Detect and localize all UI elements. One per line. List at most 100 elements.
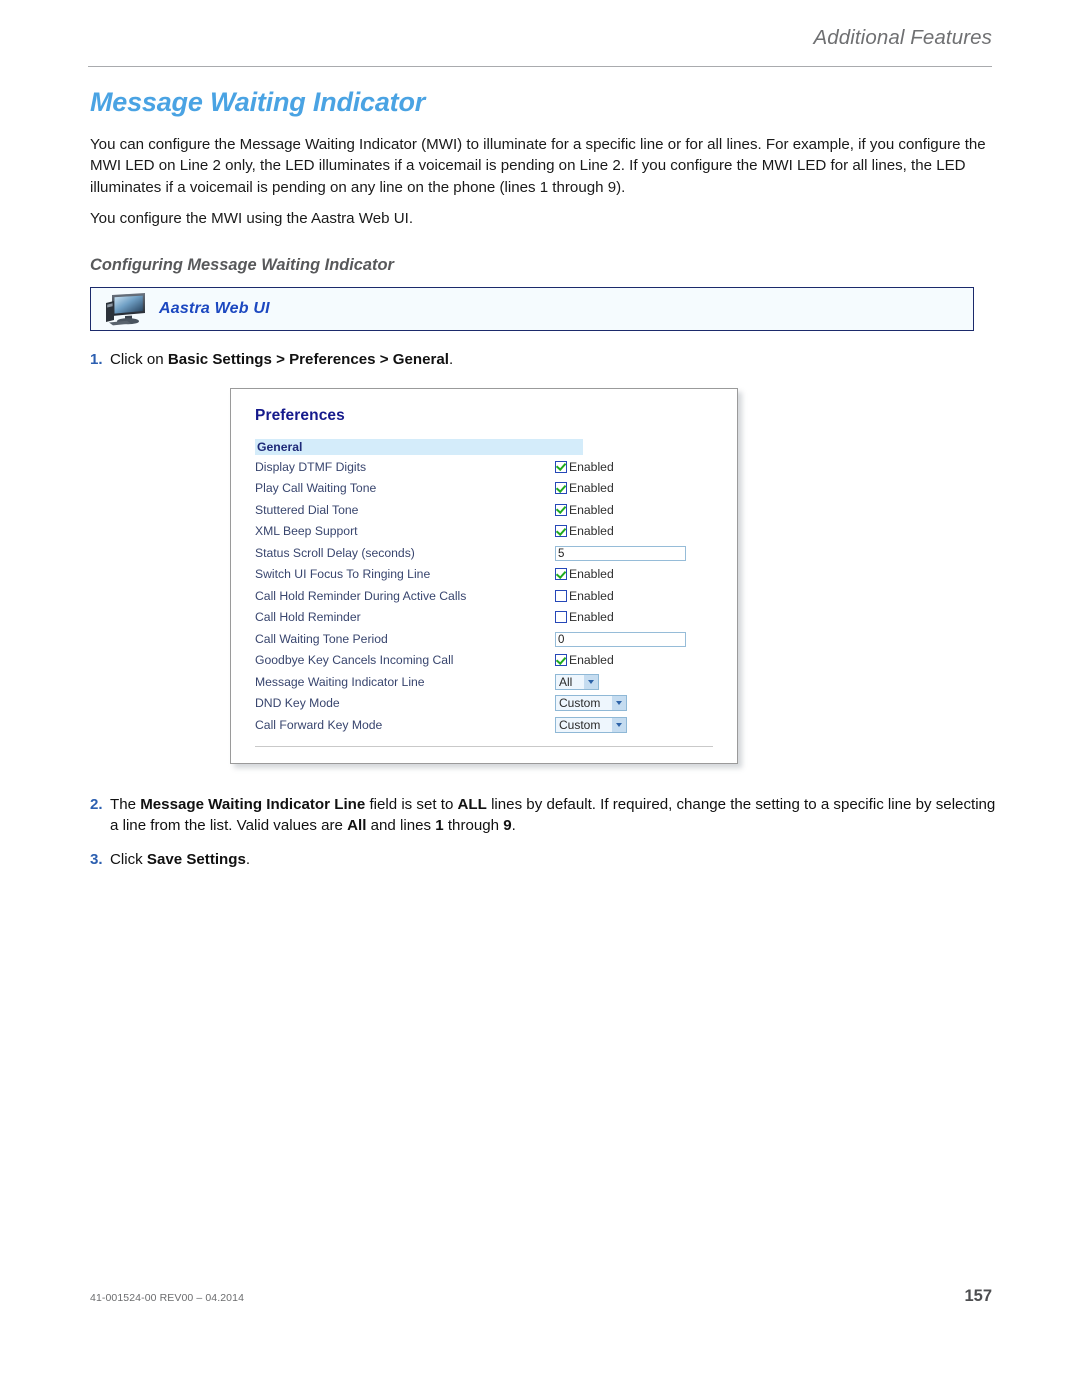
- preferences-row: Message Waiting Indicator Line All: [255, 671, 717, 693]
- preferences-row: Call Forward Key Mode Custom: [255, 714, 717, 736]
- step-3: 3. Click Save Settings.: [90, 849, 996, 871]
- checkbox-label: Enabled: [569, 610, 614, 625]
- preferences-row-label: Status Scroll Delay (seconds): [255, 545, 415, 560]
- preferences-row-control: [555, 542, 717, 564]
- preferences-row-control: Enabled: [555, 564, 717, 586]
- chevron-down-icon: [584, 674, 598, 689]
- monitor-icon: [106, 292, 145, 326]
- step-1-bold: Basic Settings > Preferences > General: [167, 350, 449, 368]
- step-1-suffix: .: [448, 350, 454, 368]
- preferences-row: Display DTMF Digits Enabled: [255, 456, 717, 478]
- preferences-row-control: Custom: [555, 714, 717, 736]
- dropdown-select[interactable]: All: [555, 673, 599, 690]
- preferences-row: Goodbye Key Cancels Incoming Call Enabled: [255, 650, 717, 672]
- header-rule: [88, 66, 992, 67]
- preferences-row: XML Beep Support Enabled: [255, 521, 717, 543]
- dropdown-select[interactable]: Custom: [555, 716, 627, 733]
- preferences-row-label: Play Call Waiting Tone: [255, 481, 377, 496]
- checkbox-label: Enabled: [569, 481, 614, 496]
- checkbox-label: Enabled: [569, 459, 614, 474]
- preferences-row-control: Enabled: [555, 607, 717, 629]
- preferences-row: DND Key Mode Custom: [255, 693, 717, 715]
- step-2-b5: 9: [503, 817, 512, 835]
- step-3-suffix: .: [245, 850, 251, 868]
- preferences-row-control: Enabled: [555, 499, 717, 521]
- checkbox-label: Enabled: [569, 524, 614, 539]
- preferences-row: Play Call Waiting Tone Enabled: [255, 478, 717, 500]
- preferences-row: Call Hold Reminder During Active Calls En…: [255, 585, 717, 607]
- preferences-row: Call Waiting Tone Period: [255, 628, 717, 650]
- step-2-p5: through: [443, 817, 504, 835]
- preferences-row-control: Enabled: [555, 456, 717, 478]
- intro-paragraph-1: You can configure the Message Waiting In…: [90, 135, 986, 196]
- checkbox-label: Enabled: [569, 502, 614, 517]
- preferences-row-label: Call Hold Reminder During Active Calls: [255, 588, 467, 603]
- text-input[interactable]: [555, 632, 686, 648]
- checkbox-checked[interactable]: [555, 503, 567, 516]
- step-2: 2. The Message Waiting Indicator Line fi…: [90, 794, 996, 837]
- preferences-row-label: Display DTMF Digits: [255, 459, 367, 474]
- checkbox-checked[interactable]: [555, 568, 567, 581]
- page-footer: 41-001524-00 REV00 – 04.2014 157: [90, 1287, 992, 1306]
- chevron-down-icon: [612, 717, 626, 732]
- checkbox-checked[interactable]: [555, 654, 567, 667]
- step-2-p6: .: [511, 817, 516, 835]
- preferences-row-label: XML Beep Support: [255, 524, 358, 539]
- step-2-text: The Message Waiting Indicator Line field…: [110, 794, 996, 837]
- checkbox-unchecked[interactable]: [555, 589, 567, 602]
- preferences-row-control: Enabled: [555, 650, 717, 672]
- text-input[interactable]: [555, 546, 686, 562]
- chevron-down-icon: [612, 696, 626, 711]
- preferences-row-label: Goodbye Key Cancels Incoming Call: [255, 653, 454, 668]
- aastra-web-ui-callout: Aastra Web UI: [90, 286, 974, 331]
- panel-divider: [255, 745, 713, 747]
- checkbox-label: Enabled: [569, 588, 614, 603]
- page-title: Message Waiting Indicator: [90, 87, 426, 117]
- running-header-title: Additional Features: [813, 26, 992, 49]
- dropdown-value: Custom: [559, 717, 601, 732]
- preferences-row-control: Enabled: [555, 521, 717, 543]
- preferences-panel: Preferences General Display DTMF Digits E…: [230, 388, 738, 764]
- preferences-row-label: Stuttered Dial Tone: [255, 502, 359, 517]
- preferences-row: Call Hold Reminder Enabled: [255, 607, 717, 629]
- preferences-section-general: General: [255, 439, 583, 456]
- preferences-row: Status Scroll Delay (seconds): [255, 542, 717, 564]
- step-1-text: Click on Basic Settings > Preferences > …: [110, 349, 996, 371]
- preferences-row: Stuttered Dial Tone Enabled: [255, 499, 717, 521]
- page-header: Additional Features: [90, 26, 992, 70]
- step-1-prefix: Click on: [110, 350, 168, 368]
- step-2-b1: Message Waiting Indicator Line: [140, 795, 366, 813]
- intro-paragraph-2: You configure the MWI using the Aastra W…: [90, 210, 414, 228]
- preferences-row-control: All: [555, 671, 717, 693]
- dropdown-value: All: [559, 674, 573, 689]
- checkbox-checked[interactable]: [555, 460, 567, 473]
- preferences-row-control: [555, 628, 717, 650]
- step-2-b3: All: [347, 817, 367, 835]
- step-2-p1: The: [110, 795, 141, 813]
- step-1-number: 1.: [90, 350, 103, 368]
- page-number: 157: [964, 1287, 992, 1305]
- checkbox-unchecked[interactable]: [555, 611, 567, 624]
- step-3-number: 3.: [90, 850, 103, 868]
- step-2-b2: ALL: [457, 795, 487, 813]
- dropdown-select[interactable]: Custom: [555, 695, 627, 712]
- preferences-row-label: DND Key Mode: [255, 696, 340, 711]
- step-3-bold: Save Settings: [146, 850, 246, 868]
- preferences-table: Display DTMF Digits Enabled Play Call Wait…: [255, 456, 717, 736]
- page-content: Message Waiting Indicator You can config…: [90, 87, 996, 871]
- dropdown-value: Custom: [559, 696, 601, 711]
- aastra-web-ui-label: Aastra Web UI: [159, 299, 270, 317]
- checkbox-label: Enabled: [569, 653, 614, 668]
- document-number: 41-001524-00 REV00 – 04.2014: [90, 1292, 245, 1304]
- checkbox-checked[interactable]: [555, 482, 567, 495]
- step-3-prefix: Click: [110, 850, 147, 868]
- checkbox-checked[interactable]: [555, 525, 567, 538]
- step-3-text: Click Save Settings.: [110, 849, 996, 871]
- preferences-row: Switch UI Focus To Ringing Line Enabled: [255, 564, 717, 586]
- preferences-row-label: Call Forward Key Mode: [255, 717, 383, 732]
- preferences-row-label: Switch UI Focus To Ringing Line: [255, 567, 431, 582]
- preferences-row-control: Enabled: [555, 585, 717, 607]
- preferences-row-label: Message Waiting Indicator Line: [255, 674, 425, 689]
- preferences-row-label: Call Hold Reminder: [255, 610, 361, 625]
- step-2-p4: and lines: [366, 817, 436, 835]
